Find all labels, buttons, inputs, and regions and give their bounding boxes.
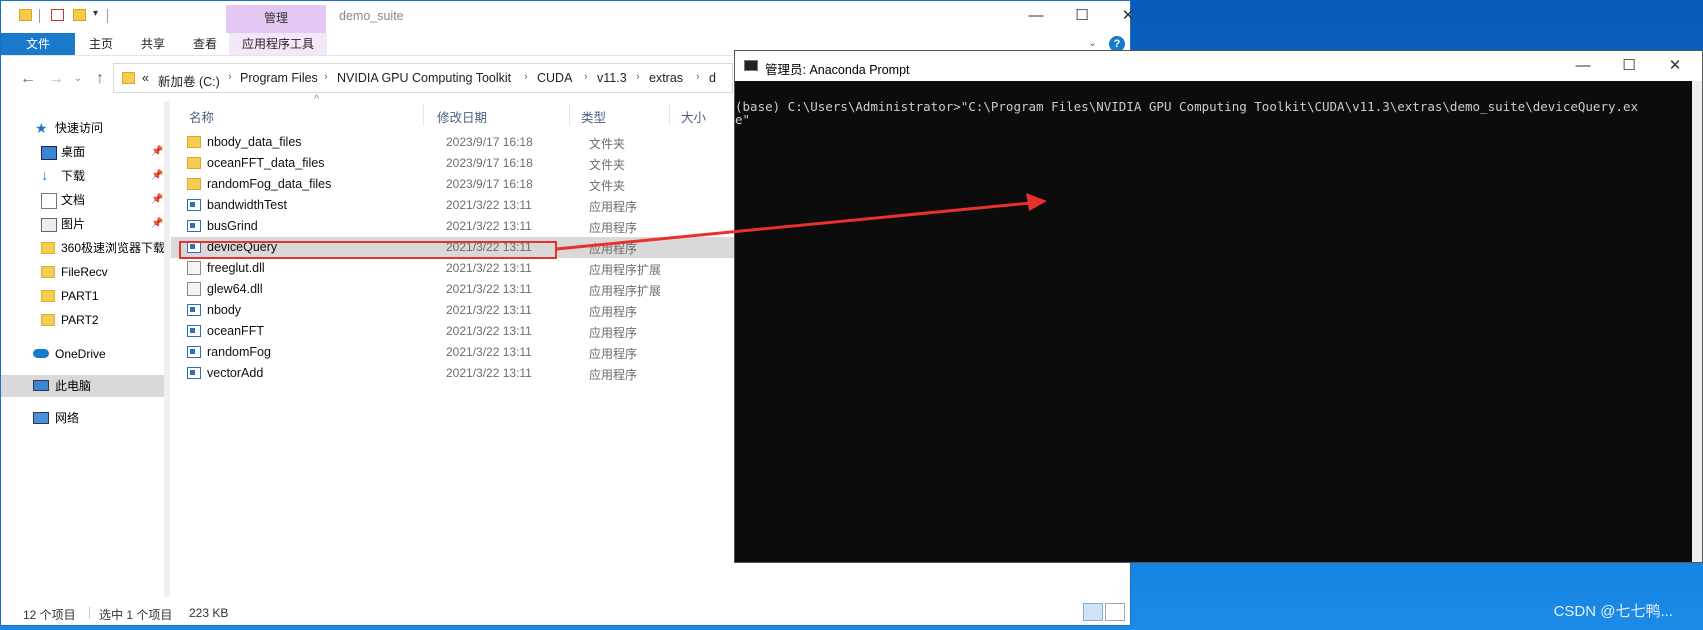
arrow-head: [1026, 193, 1047, 211]
arrow-shaft: [555, 201, 1031, 251]
annotation-arrow: [555, 193, 1047, 251]
watermark: CSDN @七七鸭...: [1553, 603, 1673, 620]
